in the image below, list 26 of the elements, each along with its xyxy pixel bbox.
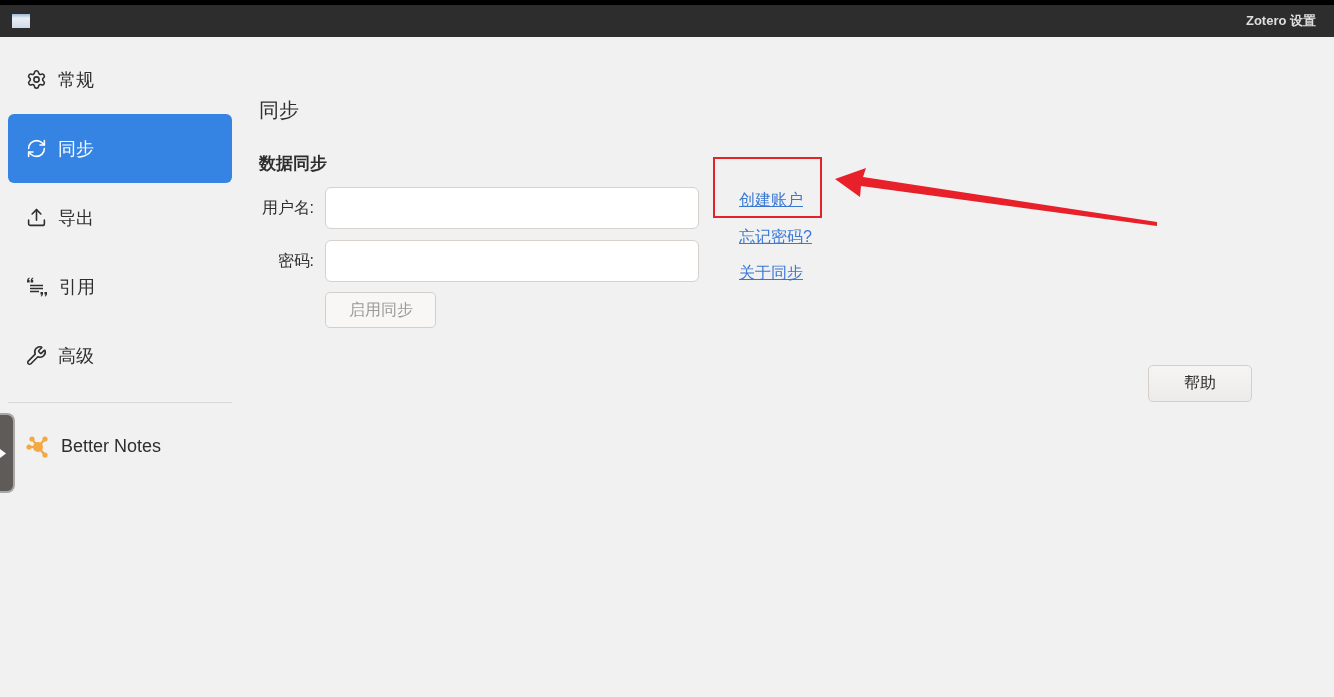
field-label: 密码:	[276, 250, 314, 271]
quote-lines-icon	[26, 276, 48, 297]
sidebar-item[interactable]: 引用	[8, 252, 232, 321]
link[interactable]: 创建账户	[739, 190, 803, 210]
help-button[interactable]: 帮助	[1148, 365, 1252, 402]
sidebar-item[interactable]: 常规	[8, 45, 232, 114]
sidebar-item[interactable]: 高级	[8, 321, 232, 390]
input-field[interactable]	[325, 240, 699, 282]
field-label: 用户名:	[260, 197, 314, 218]
sidebar-item[interactable]: Better Notes	[16, 412, 232, 481]
sidebar-item[interactable]: 同步	[8, 114, 232, 183]
side-panel-handle[interactable]	[0, 413, 15, 493]
sidebar-item[interactable]: 导出	[8, 183, 232, 252]
arrow-icon	[0, 448, 6, 458]
refresh-icon	[26, 138, 47, 159]
window-title: Zotero 设置	[1245, 12, 1316, 30]
node-cluster-icon	[26, 434, 50, 459]
settings-icon	[26, 69, 47, 90]
wrench-icon	[26, 345, 47, 366]
link[interactable]: 忘记密码?	[739, 226, 812, 247]
upload-icon	[26, 207, 47, 228]
link[interactable]: 关于同步	[739, 263, 803, 283]
input-field[interactable]	[325, 187, 699, 229]
section-title: 数据同步	[259, 153, 327, 175]
window-icon	[12, 14, 30, 28]
page-title: 同步	[259, 98, 299, 123]
